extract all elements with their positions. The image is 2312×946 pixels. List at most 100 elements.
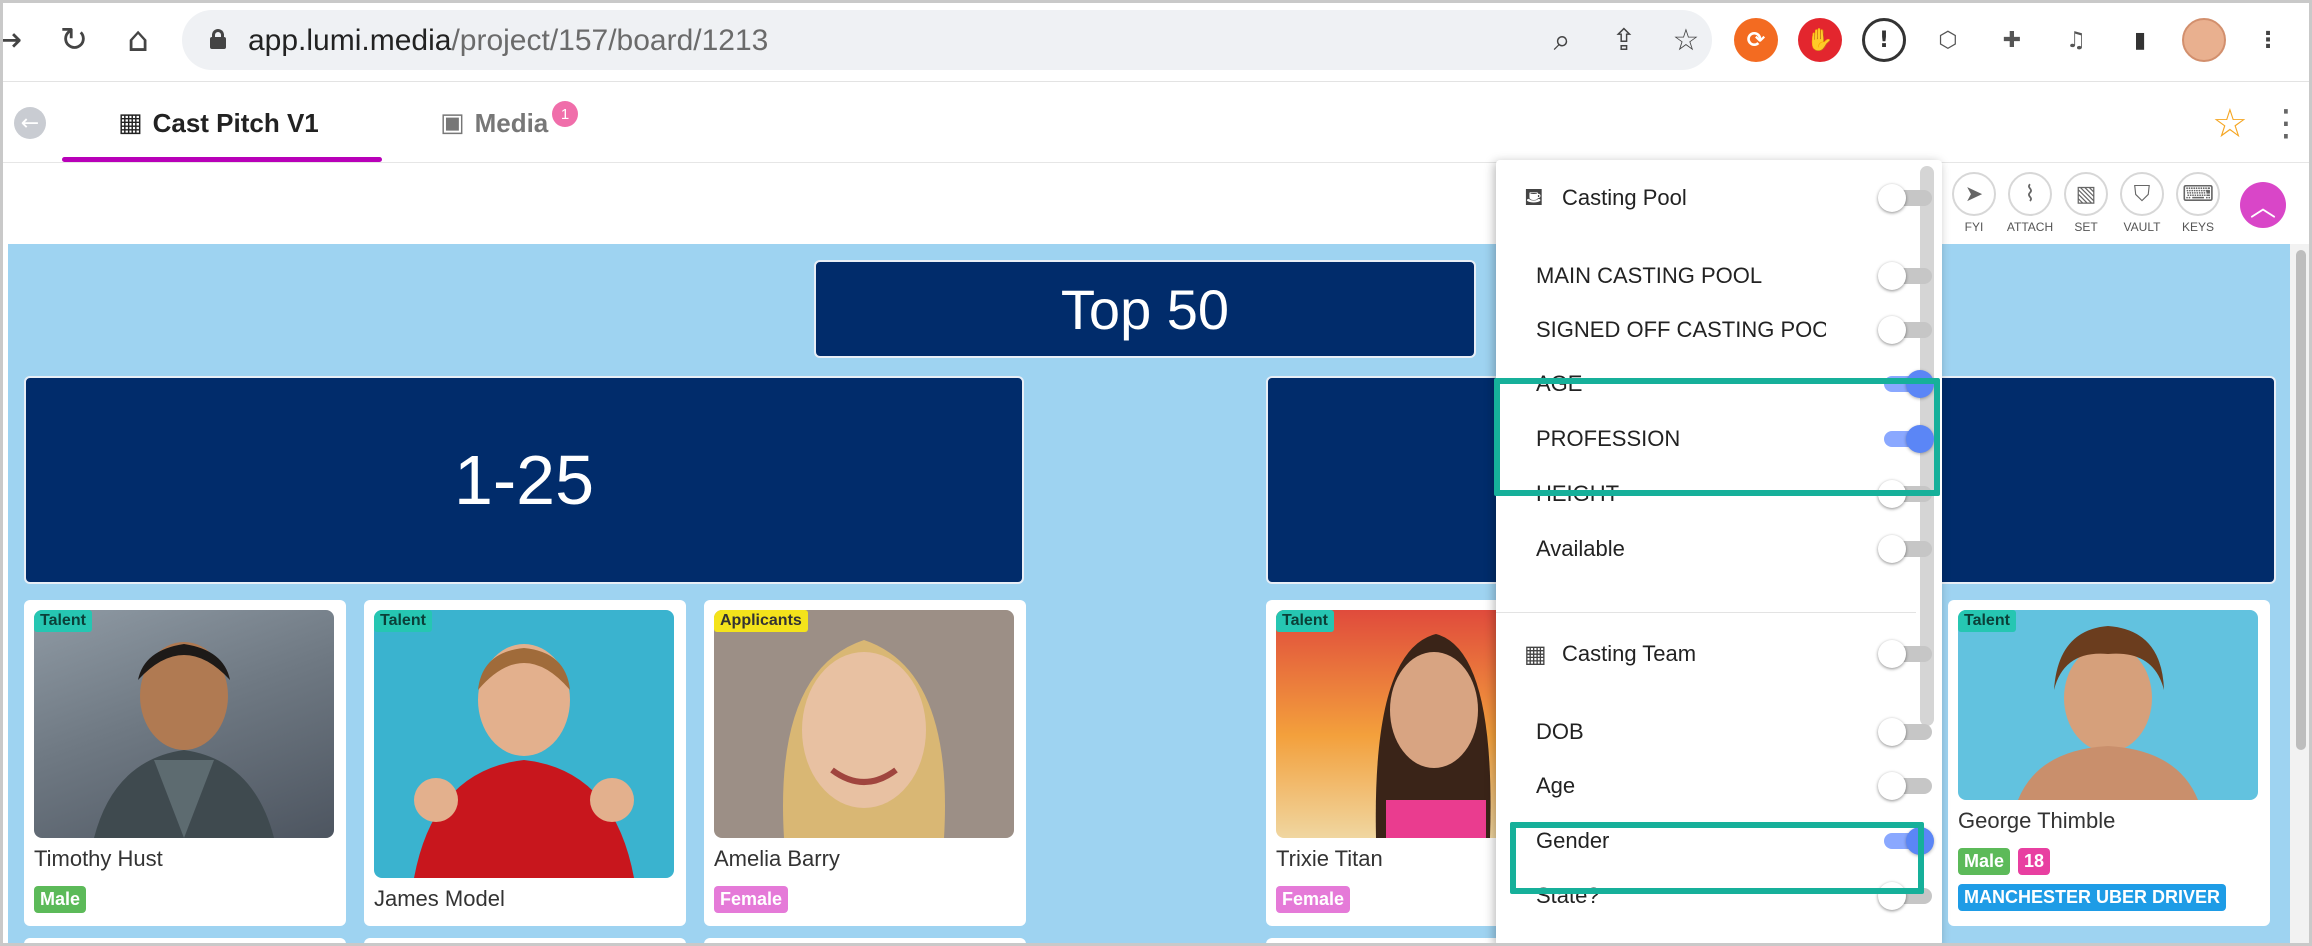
highlight-box-age-profession [1494,378,1940,496]
media-count-badge: 1 [552,101,578,127]
gender-chip: Female [714,886,789,913]
board-scrollbar[interactable] [2290,244,2312,946]
tag-badge: Talent [374,610,432,632]
tag-badge: Applicants [714,610,808,632]
image-gallery-icon: ▣ [440,108,465,138]
talent-card[interactable]: Talent Timothy Hust Male [24,600,346,926]
shield-icon: ⛉ [2120,172,2164,216]
casting-team-header[interactable]: ▦ Casting Team [1524,634,1932,674]
back-arrow-icon[interactable]: ← [14,107,46,139]
person-photo-illustration [2018,626,2198,800]
board-canvas: Top 50 1-25 Talent Timothy Hust Male Tal… [8,244,2298,946]
talent-photo: Talent [34,610,334,838]
board-toolbar: ➤ FYI ⌇ ATTACH ▧ SET ⛉ VAULT ⌨ KEYS [0,164,2312,244]
boxes-icon: ▧ [2064,172,2108,216]
person-photo-illustration [94,642,274,838]
keyboard-icon: ⌨ [2176,172,2220,216]
scrollbar-thumb[interactable] [2296,250,2306,750]
field-row-signed-off-casting-pool[interactable]: SIGNED OFF CASTING POOL [1536,310,1932,350]
profession-chip: MANCHESTER UBER DRIVER [1958,884,2227,911]
talent-photo: Applicants [714,610,1014,838]
talent-name: Trixie Titan [1276,846,1383,871]
favorite-star-icon[interactable]: ☆ [2212,101,2248,147]
group-banner-1-25[interactable]: 1-25 [24,376,1024,584]
paperclip-icon: ⌇ [2008,172,2052,216]
vault-button[interactable]: ⛉ VAULT [2114,172,2170,238]
field-row-dob[interactable]: DOB [1536,712,1932,752]
casting-pool-toggle[interactable] [1878,184,1934,212]
set-button[interactable]: ▧ SET [2058,172,2114,238]
extension-hexagon-icon[interactable]: ⬡ [1926,18,1970,62]
url-text[interactable]: app.lumi.media/project/157/board/1213 [248,24,768,58]
tag-badge: Talent [1958,610,2016,632]
lock-icon [210,29,226,49]
address-bar[interactable]: app.lumi.media/project/157/board/1213 ⌕ … [182,10,1712,70]
reload-icon[interactable]: ↻ [52,18,96,62]
paper-plane-icon: ➤ [1952,172,1996,216]
tab-media[interactable]: ▣ Media [440,83,548,163]
side-panel-icon[interactable]: ▮ [2118,18,2162,62]
talent-card[interactable]: Talent George Thimble Male 18 MANCHESTER… [1948,600,2270,926]
field-toggle[interactable] [1878,262,1934,290]
home-icon[interactable]: ⌂ [116,18,160,62]
age-chip: 18 [2018,848,2051,875]
talent-card[interactable]: Talent James Model [364,600,686,926]
attach-button[interactable]: ⌇ ATTACH [2002,172,2058,238]
share-icon[interactable]: ⇪ [1606,22,1642,58]
talent-card[interactable]: Applicants Amelia Barry Female [704,600,1026,926]
person-photo-illustration [783,640,945,838]
field-toggle[interactable] [1878,316,1934,344]
browser-toolbar: → ↻ ⌂ app.lumi.media/project/157/board/1… [0,0,2312,82]
section-divider [1496,612,1916,613]
pool-icon: ⛾ [1524,182,1544,211]
casting-team-toggle[interactable] [1878,640,1934,668]
extension-stop-hand-icon[interactable]: ✋ [1798,18,1842,62]
tag-badge: Talent [34,610,92,632]
extensions-puzzle-icon[interactable]: ✚ [1990,18,2034,62]
gender-chip: Male [34,886,87,913]
team-grid-icon: ▦ [1524,640,1547,668]
talent-photo: Talent [1958,610,2258,800]
talent-photo: Talent [374,610,674,878]
tag-badge: Talent [1276,610,1334,632]
field-toggle[interactable] [1878,772,1934,800]
person-photo-illustration [414,644,634,878]
table-grid-icon: ▦ [118,108,143,138]
collapse-up-button[interactable]: ︿ [2240,182,2286,228]
extension-orange-icon[interactable]: ⟳ [1734,18,1778,62]
extension-info-icon[interactable]: ! [1862,18,1906,62]
profile-avatar[interactable] [2182,18,2226,62]
talent-name: Timothy Hust [34,846,163,871]
bookmark-star-icon[interactable]: ☆ [1668,22,1704,58]
forward-icon[interactable]: → [0,18,30,62]
casting-pool-header[interactable]: ⛾ Casting Pool [1524,178,1932,218]
board-title-banner[interactable]: Top 50 [814,260,1476,358]
tab-cast-pitch[interactable]: ▦ Cast Pitch V1 [62,83,382,163]
browser-menu-icon[interactable]: ⋮ [2246,18,2290,62]
tab-label: Media [474,107,549,138]
talent-card[interactable] [24,938,346,946]
field-row-available[interactable]: Available [1536,529,1932,569]
field-toggle[interactable] [1878,718,1934,746]
media-control-icon[interactable]: ♫ [2054,18,2098,62]
talent-name: Amelia Barry [714,846,840,871]
keys-button[interactable]: ⌨ KEYS [2170,172,2226,238]
fyi-button[interactable]: ➤ FYI [1946,172,2002,238]
talent-card[interactable] [364,938,686,946]
more-options-icon[interactable]: ⋮ [2268,103,2304,144]
board-title: Top 50 [1060,277,1230,341]
talent-name: James Model [374,886,505,911]
tab-label: Cast Pitch V1 [152,107,319,138]
group-title: 1-25 [453,441,595,519]
field-row-age-team[interactable]: Age [1536,766,1932,806]
zoom-icon[interactable]: ⌕ [1544,22,1580,58]
field-toggle[interactable] [1878,535,1934,563]
highlight-box-gender [1510,822,1924,894]
field-row-main-casting-pool[interactable]: MAIN CASTING POOL [1536,256,1932,296]
talent-name: George Thimble [1958,808,2116,833]
talent-card[interactable] [704,938,1026,946]
gender-chip: Female [1276,886,1351,913]
app-tab-bar: ← ▦ Cast Pitch V1 ▣ Media 1 ☆ ⋮ [0,83,2312,163]
gender-chip: Male [1958,848,2011,875]
active-tab-indicator [62,157,382,162]
